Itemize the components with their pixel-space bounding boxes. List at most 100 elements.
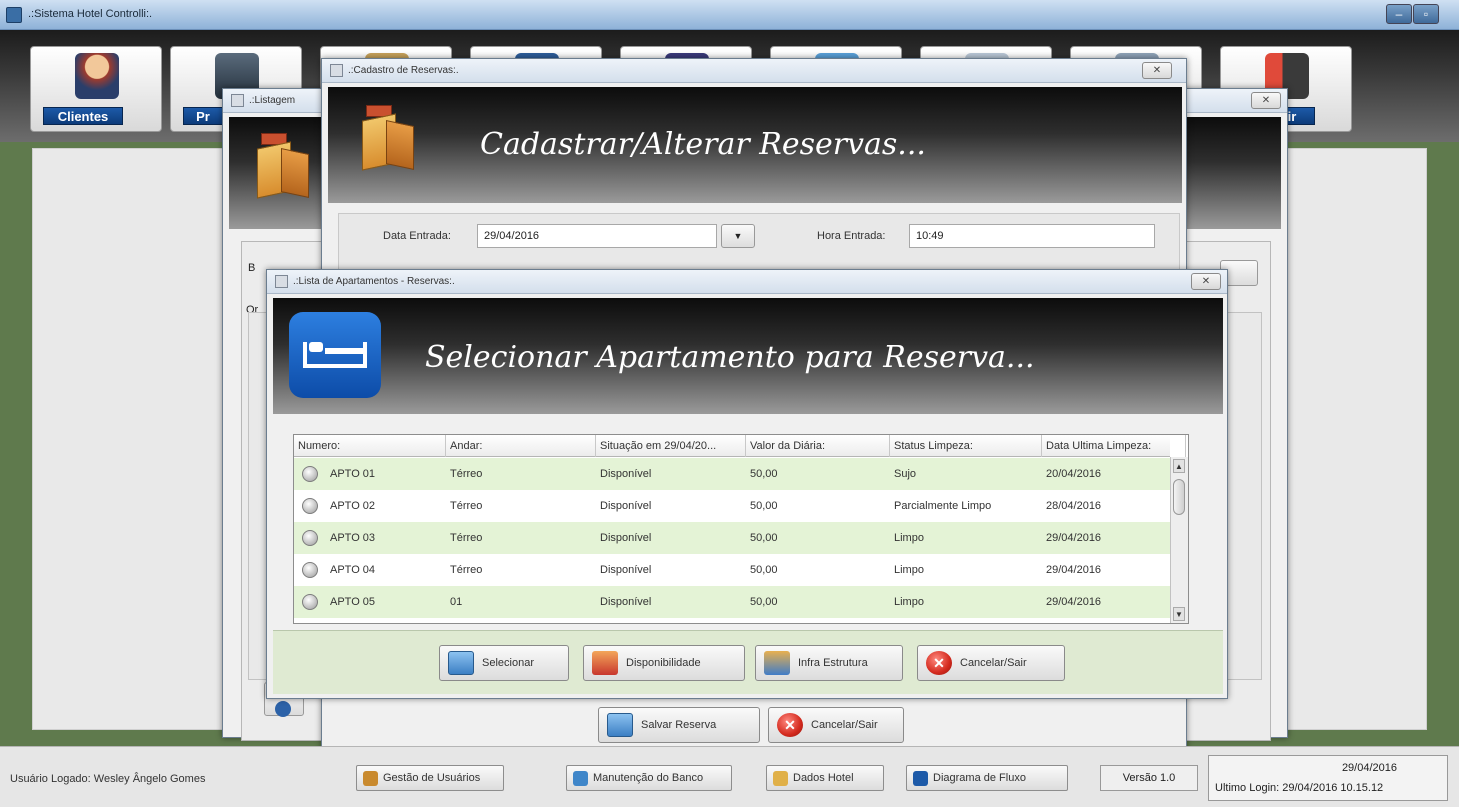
- select-disk-icon: [448, 651, 474, 675]
- infra-label: Infra Estrutura: [798, 657, 868, 669]
- row-select-radio[interactable]: [302, 530, 318, 546]
- column-header-valor[interactable]: Valor da Diária:: [746, 435, 890, 457]
- data-entrada-input[interactable]: 29/04/2016: [477, 224, 717, 248]
- app-titlebar: .:Sistema Hotel Controlli:. – ▫: [0, 0, 1459, 30]
- table-row[interactable]: APTO 05 01 Disponível 50,00 Limpo 29/04/…: [294, 586, 1170, 618]
- window-icon: [275, 275, 288, 288]
- toolbar-produtos-label: Pr: [183, 107, 223, 125]
- date-picker-button[interactable]: ▼: [721, 224, 755, 248]
- apartment-button-bar: Selecionar Disponibilidade Infra Estrutu…: [273, 630, 1223, 694]
- cell-situacao: Disponível: [600, 596, 652, 608]
- column-header-data-limpeza[interactable]: Data Ultima Limpeza:: [1042, 435, 1186, 457]
- infra-icon: [764, 651, 790, 675]
- cell-data: 20/04/2016: [1046, 468, 1102, 480]
- app-title: .:Sistema Hotel Controlli:.: [28, 8, 153, 20]
- data-entrada-label: Data Entrada:: [383, 230, 451, 242]
- apartment-close-button[interactable]: ✕: [1191, 273, 1221, 290]
- user-management-button[interactable]: Gestão de Usuários: [356, 765, 504, 791]
- minimize-button[interactable]: –: [1386, 4, 1412, 24]
- save-reservation-button[interactable]: Salvar Reserva: [598, 707, 760, 743]
- cell-andar: Térreo: [450, 468, 483, 480]
- listing-search-label: B: [248, 262, 256, 274]
- flow-diagram-button[interactable]: Diagrama de Fluxo: [906, 765, 1068, 791]
- version-label: Versão 1.0: [1100, 765, 1198, 791]
- hora-entrada-input[interactable]: 10:49: [909, 224, 1155, 248]
- table-row[interactable]: APTO 04 Térreo Disponível 50,00 Limpo 29…: [294, 554, 1170, 586]
- table-row[interactable]: APTO 01 Térreo Disponível 50,00 Sujo 20/…: [294, 458, 1170, 490]
- window-icon: [330, 64, 343, 77]
- table-row[interactable]: APTO 03 Térreo Disponível 50,00 Limpo 29…: [294, 522, 1170, 554]
- cell-situacao: Disponível: [600, 500, 652, 512]
- availability-button[interactable]: Disponibilidade: [583, 645, 745, 681]
- cell-valor: 50,00: [750, 532, 778, 544]
- table-scrollbar[interactable]: ▲ ▼: [1170, 457, 1188, 623]
- apartment-banner-title: Selecionar Apartamento para Reserva...: [425, 340, 1035, 375]
- database-maintenance-label: Manutenção do Banco: [593, 772, 704, 784]
- toolbar-clientes-label: Clientes: [43, 107, 123, 125]
- cancel-reservation-button[interactable]: Cancelar/Sair: [768, 707, 904, 743]
- scroll-up-icon[interactable]: ▲: [1173, 459, 1185, 473]
- cell-numero: APTO 02: [330, 500, 376, 512]
- add-icon: [275, 701, 291, 717]
- reservation-close-button[interactable]: ✕: [1142, 62, 1172, 79]
- table-row[interactable]: APTO 02 Térreo Disponível 50,00 Parcialm…: [294, 490, 1170, 522]
- diagram-icon: [913, 771, 928, 786]
- hotel-icon: [773, 771, 788, 786]
- database-icon: [573, 771, 588, 786]
- cancel-icon: [777, 713, 803, 737]
- apartment-window: .:Lista de Apartamentos - Reservas:. ✕ S…: [266, 269, 1228, 699]
- infra-button[interactable]: Infra Estrutura: [755, 645, 903, 681]
- cell-data: 29/04/2016: [1046, 596, 1102, 608]
- column-header-situacao[interactable]: Situação em 29/04/20...: [596, 435, 746, 457]
- listing-window-title: .:Listagem: [249, 95, 296, 106]
- cell-valor: 50,00: [750, 596, 778, 608]
- column-header-numero[interactable]: Numero:: [294, 435, 446, 457]
- logged-user-text: Usuário Logado: Wesley Ângelo Gomes: [10, 773, 206, 785]
- cancel-apartment-button[interactable]: Cancelar/Sair: [917, 645, 1065, 681]
- last-login: Ultimo Login: 29/04/2016 10.15.12: [1215, 782, 1384, 794]
- apartment-banner: Selecionar Apartamento para Reserva...: [273, 298, 1223, 414]
- row-select-radio[interactable]: [302, 594, 318, 610]
- hora-entrada-label: Hora Entrada:: [817, 230, 886, 242]
- cell-valor: 50,00: [750, 564, 778, 576]
- user-management-label: Gestão de Usuários: [383, 772, 481, 784]
- hotel-data-label: Dados Hotel: [793, 772, 854, 784]
- row-select-radio[interactable]: [302, 466, 318, 482]
- cell-status: Limpo: [894, 564, 924, 576]
- login-info-box: 29/04/2016 Ultimo Login: 29/04/2016 10.1…: [1208, 755, 1448, 801]
- row-select-radio[interactable]: [302, 562, 318, 578]
- cancel-reservation-label: Cancelar/Sair: [811, 719, 878, 731]
- cell-situacao: Disponível: [600, 532, 652, 544]
- cell-status: Limpo: [894, 596, 924, 608]
- maximize-button[interactable]: ▫: [1413, 4, 1439, 24]
- scroll-thumb[interactable]: [1173, 479, 1185, 515]
- cell-numero: APTO 01: [330, 468, 376, 480]
- column-header-andar[interactable]: Andar:: [446, 435, 596, 457]
- bed-icon: [289, 312, 381, 398]
- cell-data: 28/04/2016: [1046, 500, 1102, 512]
- toolbar-clientes-button[interactable]: Clientes: [30, 46, 162, 132]
- cell-valor: 50,00: [750, 468, 778, 480]
- select-apartment-button[interactable]: Selecionar: [439, 645, 569, 681]
- apartment-table-header: Numero: Andar: Situação em 29/04/20... V…: [294, 435, 1186, 457]
- scroll-down-icon[interactable]: ▼: [1173, 607, 1185, 621]
- availability-icon: [592, 651, 618, 675]
- reservation-banner-title: Cadastrar/Alterar Reservas...: [480, 127, 926, 162]
- window-icon: [231, 94, 244, 107]
- cell-data: 29/04/2016: [1046, 564, 1102, 576]
- apartment-table: Numero: Andar: Situação em 29/04/20... V…: [293, 434, 1189, 624]
- hotel-building-icon: [356, 103, 418, 171]
- column-header-status-limpeza[interactable]: Status Limpeza:: [890, 435, 1042, 457]
- cancel-apartment-label: Cancelar/Sair: [960, 657, 1027, 669]
- row-select-radio[interactable]: [302, 498, 318, 514]
- database-maintenance-button[interactable]: Manutenção do Banco: [566, 765, 732, 791]
- cancel-icon: [926, 651, 952, 675]
- cell-numero: APTO 05: [330, 596, 376, 608]
- availability-label: Disponibilidade: [626, 657, 701, 669]
- apartment-window-title: .:Lista de Apartamentos - Reservas:.: [293, 276, 455, 287]
- listing-close-button[interactable]: ✕: [1251, 92, 1281, 109]
- cell-status: Limpo: [894, 532, 924, 544]
- status-bar: Usuário Logado: Wesley Ângelo Gomes Gest…: [0, 746, 1459, 807]
- hotel-data-button[interactable]: Dados Hotel: [766, 765, 884, 791]
- select-apartment-label: Selecionar: [482, 657, 534, 669]
